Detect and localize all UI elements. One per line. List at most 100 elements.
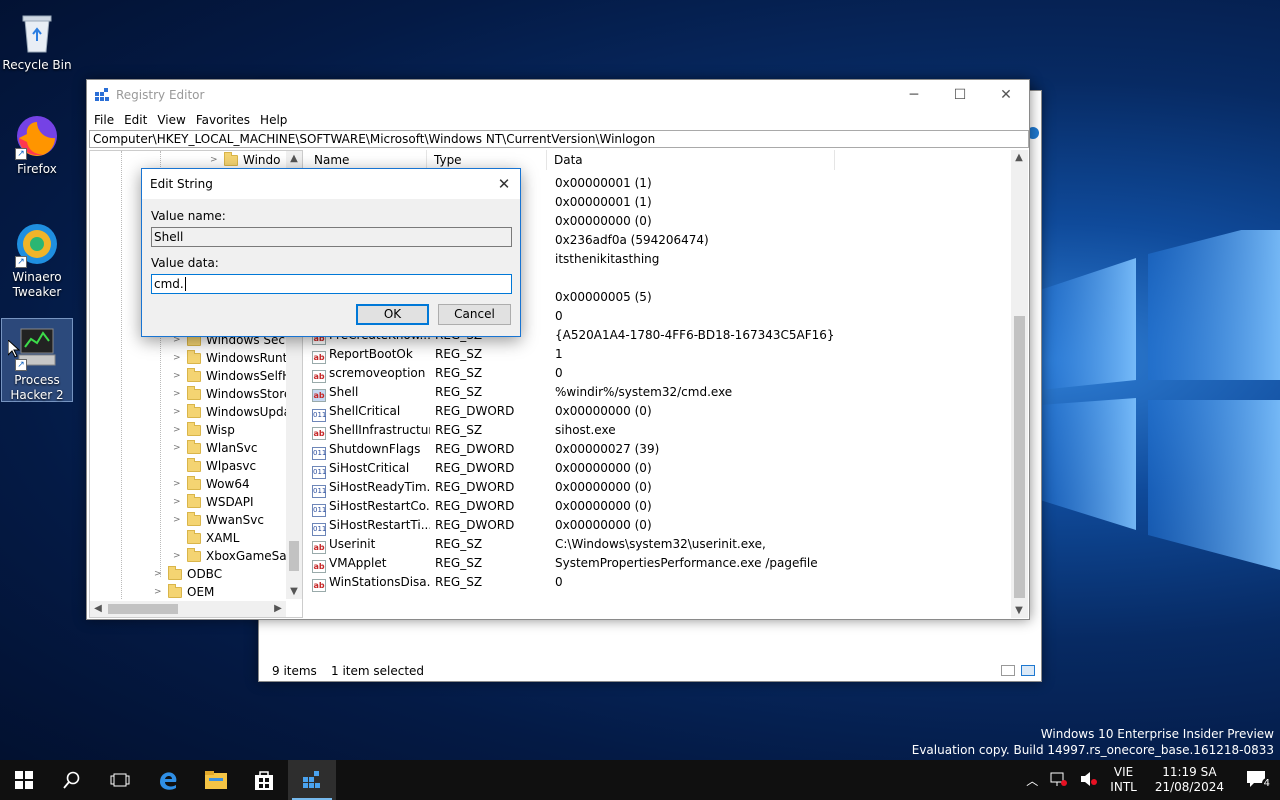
value-data-field[interactable]: cmd. bbox=[151, 274, 512, 294]
show-hidden-icons-button[interactable]: ︿ bbox=[1020, 772, 1044, 789]
registry-editor-window[interactable]: Registry Editor ─ ☐ ✕ File Edit View Fav… bbox=[86, 79, 1030, 620]
values-vertical-scrollbar[interactable]: ▲ ▼ bbox=[1011, 150, 1028, 618]
table-row[interactable]: ab Shell REG_SZ %windir%/system32/cmd.exe bbox=[307, 383, 1007, 402]
scroll-down-icon[interactable]: ▼ bbox=[1011, 605, 1027, 616]
value-name-cell: ab Userinit bbox=[312, 535, 430, 554]
table-row[interactable]: ab ReportBootOk REG_SZ 1 bbox=[307, 345, 1007, 364]
table-row[interactable]: ab ShellInfrastructure REG_SZ sihost.exe bbox=[307, 421, 1007, 440]
details-view-icon[interactable] bbox=[1001, 665, 1015, 676]
cancel-button[interactable]: Cancel bbox=[438, 304, 511, 325]
taskbar-edge[interactable] bbox=[144, 760, 192, 800]
address-bar[interactable]: Computer\HKEY_LOCAL_MACHINE\SOFTWARE\Mic… bbox=[89, 130, 1029, 148]
value-type-cell: REG_DWORD bbox=[435, 518, 515, 532]
action-center-button[interactable]: 4 bbox=[1236, 770, 1280, 791]
input-language-button[interactable]: VIE INTL bbox=[1104, 765, 1143, 795]
scroll-down-icon[interactable]: ▼ bbox=[286, 586, 302, 597]
dialog-close-button[interactable]: ✕ bbox=[488, 175, 520, 193]
table-row[interactable]: 011 SiHostRestartCo... REG_DWORD 0x00000000… bbox=[307, 497, 1007, 517]
tree-item[interactable]: > WindowsSelfH bbox=[173, 367, 291, 385]
keyboard-layout: INTL bbox=[1110, 780, 1137, 794]
column-header-data[interactable]: Data bbox=[547, 150, 835, 170]
start-button[interactable] bbox=[0, 760, 48, 800]
expand-chevron-icon[interactable]: > bbox=[173, 551, 183, 561]
tree-horizontal-scrollbar[interactable]: ◀ ▶ bbox=[90, 601, 286, 617]
table-row[interactable]: ab WinStationsDisa... REG_SZ 0 bbox=[307, 573, 1007, 592]
menu-file[interactable]: File bbox=[89, 113, 119, 127]
desktop-icon-recycle-bin[interactable]: Recycle Bin bbox=[1, 4, 73, 73]
table-row[interactable]: 011 SiHostReadyTim... REG_DWORD 0x00000000 … bbox=[307, 478, 1007, 498]
expand-chevron-icon[interactable]: > bbox=[173, 425, 183, 435]
tree-item[interactable]: > Wow64 bbox=[173, 475, 250, 493]
expand-chevron-icon[interactable]: > bbox=[173, 443, 183, 453]
expand-chevron-icon[interactable]: > bbox=[173, 389, 183, 399]
column-header-name[interactable]: Name bbox=[307, 150, 427, 170]
mouse-cursor-icon bbox=[8, 340, 20, 358]
tree-item[interactable]: > WwanSvc bbox=[173, 511, 264, 529]
expand-chevron-icon[interactable]: > bbox=[173, 479, 183, 489]
scroll-thumb[interactable] bbox=[108, 604, 178, 614]
table-row[interactable]: ab Userinit REG_SZ C:\Windows\system32\user… bbox=[307, 535, 1007, 554]
maximize-button[interactable]: ☐ bbox=[937, 80, 983, 110]
table-row[interactable]: ab VMApplet REG_SZ SystemPropertiesPerforma… bbox=[307, 554, 1007, 573]
folder-icon bbox=[187, 421, 201, 436]
expand-chevron-icon[interactable]: > bbox=[154, 569, 164, 579]
tree-item[interactable]: > Wisp bbox=[173, 421, 235, 439]
dialog-titlebar[interactable]: Edit String ✕ bbox=[142, 169, 520, 199]
expand-chevron-icon[interactable]: > bbox=[173, 407, 183, 417]
expand-chevron-icon[interactable]: > bbox=[173, 515, 183, 525]
close-button[interactable]: ✕ bbox=[983, 80, 1029, 110]
expand-chevron-icon[interactable]: > bbox=[173, 497, 183, 507]
value-name-field[interactable]: Shell bbox=[151, 227, 512, 247]
edit-string-dialog[interactable]: Edit String ✕ Value name: Shell Value da… bbox=[141, 168, 521, 337]
ok-button[interactable]: OK bbox=[356, 304, 429, 325]
clock-button[interactable]: 11:19 SA 21/08/2024 bbox=[1143, 765, 1236, 795]
tree-item[interactable]: > WindowsRunti bbox=[173, 349, 291, 367]
table-row[interactable]: 011 ShellCritical REG_DWORD 0x00000000 (0) bbox=[307, 402, 1007, 422]
tree-item[interactable]: > WindowsStore bbox=[173, 385, 291, 403]
tree-item[interactable]: > WindowsUpda bbox=[173, 403, 291, 421]
scroll-up-icon[interactable]: ▲ bbox=[1011, 152, 1027, 163]
table-row[interactable]: 011 SiHostCritical REG_DWORD 0x00000000 (0) bbox=[307, 459, 1007, 479]
tree-item[interactable]: > WSDAPI bbox=[173, 493, 254, 511]
table-row[interactable]: ab scremoveoption REG_SZ 0 bbox=[307, 364, 1007, 383]
expand-chevron-icon[interactable]: > bbox=[210, 155, 220, 165]
expand-chevron-icon[interactable]: > bbox=[154, 587, 164, 597]
volume-button[interactable] bbox=[1074, 771, 1104, 790]
tree-item[interactable]: Wlpasvc bbox=[173, 457, 256, 475]
scroll-up-icon[interactable]: ▲ bbox=[286, 153, 302, 164]
desktop-icon-winaero-tweaker[interactable]: ↗ Winaero Tweaker bbox=[1, 216, 73, 300]
tree-item[interactable]: > WlanSvc bbox=[173, 439, 257, 457]
column-header-type[interactable]: Type bbox=[427, 150, 547, 170]
folder-icon bbox=[168, 583, 182, 598]
network-button[interactable] bbox=[1044, 771, 1074, 790]
regedit-titlebar[interactable]: Registry Editor ─ ☐ ✕ bbox=[87, 80, 1029, 110]
table-row[interactable]: 011 SiHostRestartTi... REG_DWORD 0x00000000… bbox=[307, 516, 1007, 536]
notification-count: 4 bbox=[1261, 777, 1272, 789]
desktop-icon-process-hacker[interactable]: ↗ Process Hacker 2 bbox=[1, 318, 73, 402]
large-icons-view-icon[interactable] bbox=[1021, 665, 1035, 676]
taskbar-registry-editor[interactable] bbox=[288, 760, 336, 800]
scroll-thumb[interactable] bbox=[289, 541, 299, 571]
menu-edit[interactable]: Edit bbox=[119, 113, 152, 127]
tree-item[interactable]: > OEM bbox=[154, 583, 214, 601]
taskbar-store[interactable] bbox=[240, 760, 288, 800]
tree-item[interactable]: > XboxGameSav bbox=[173, 547, 294, 565]
search-button[interactable] bbox=[48, 760, 96, 800]
taskbar-file-explorer[interactable] bbox=[192, 760, 240, 800]
menu-favorites[interactable]: Favorites bbox=[191, 113, 255, 127]
menu-view[interactable]: View bbox=[152, 113, 190, 127]
tree-item-label: WlanSvc bbox=[206, 441, 258, 455]
scroll-left-icon[interactable]: ◀ bbox=[90, 603, 106, 614]
scroll-thumb[interactable] bbox=[1014, 316, 1025, 598]
task-view-button[interactable] bbox=[96, 760, 144, 800]
expand-chevron-icon[interactable]: > bbox=[173, 371, 183, 381]
minimize-button[interactable]: ─ bbox=[891, 80, 937, 110]
desktop-icon-firefox[interactable]: ↗ Firefox bbox=[1, 108, 73, 177]
expand-chevron-icon[interactable]: > bbox=[173, 353, 183, 363]
tree-item[interactable]: > Windo bbox=[210, 151, 281, 169]
menu-help[interactable]: Help bbox=[255, 113, 292, 127]
tree-item[interactable]: > ODBC bbox=[154, 565, 222, 583]
table-row[interactable]: 011 ShutdownFlags REG_DWORD 0x00000027 (39) bbox=[307, 440, 1007, 460]
tree-item[interactable]: XAML bbox=[173, 529, 239, 547]
scroll-right-icon[interactable]: ▶ bbox=[270, 603, 286, 614]
